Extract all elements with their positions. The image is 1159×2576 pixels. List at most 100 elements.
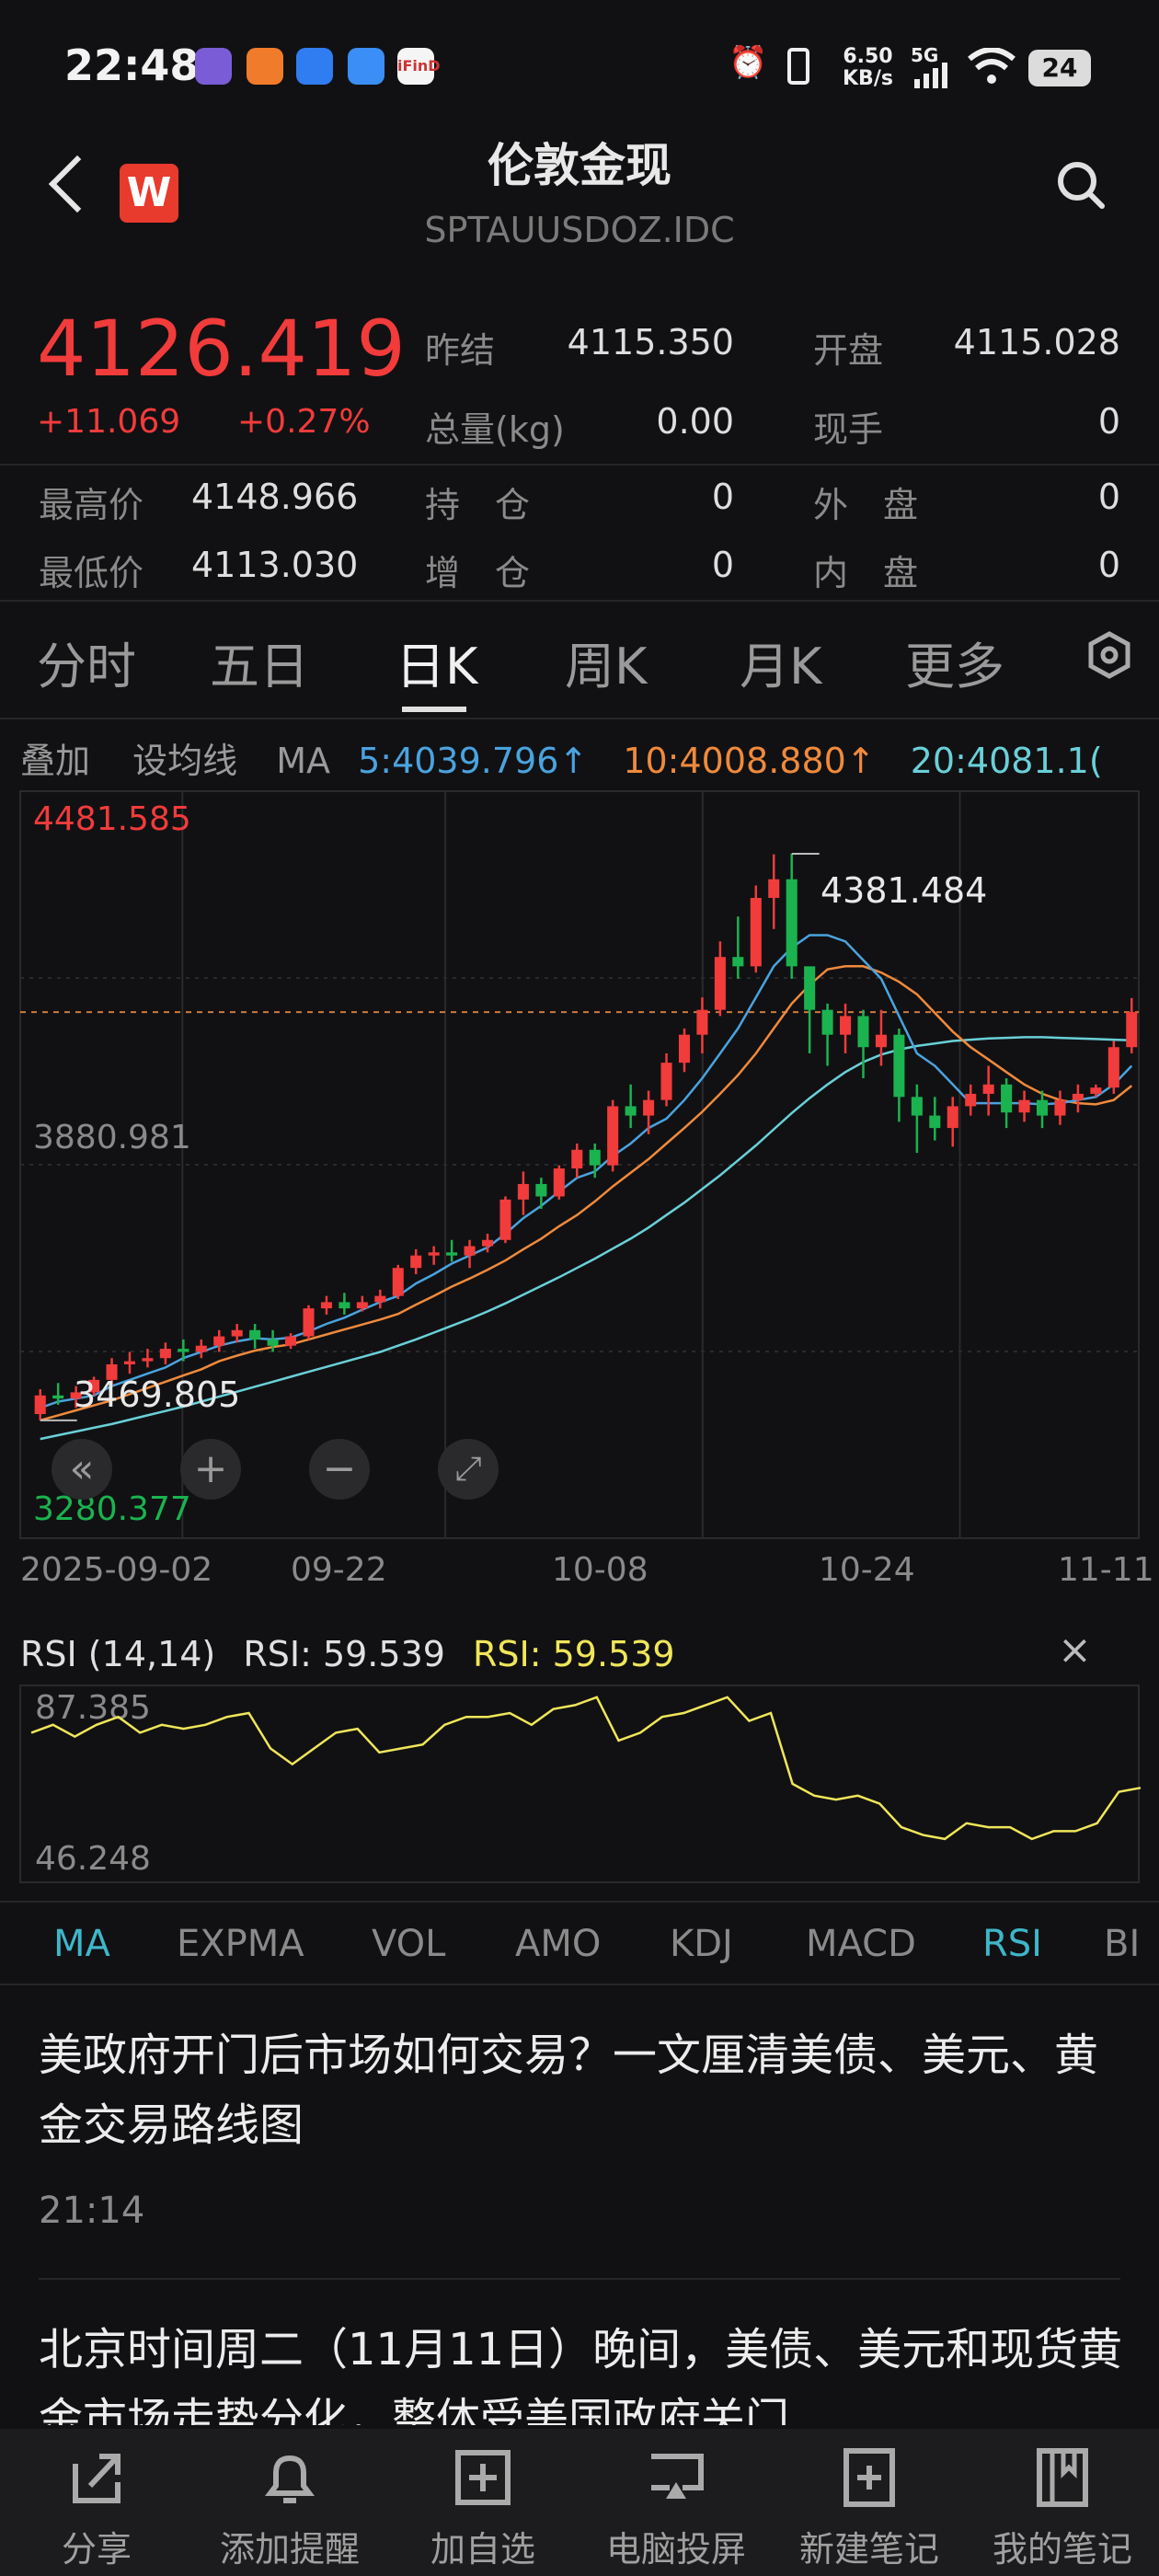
news-title[interactable]: 美政府开门后市场如何交易？一文厘清美债、美元、黄金交易路线图 — [39, 2020, 1124, 2160]
candle-body — [285, 1336, 297, 1346]
candle-body — [356, 1302, 368, 1309]
candle-body — [840, 1016, 852, 1035]
rsi-value: RSI: 59.539 — [243, 1634, 445, 1674]
divider — [0, 1901, 1159, 1903]
indicator-tab-vol[interactable]: VOL — [372, 1923, 445, 1965]
my-notes-button[interactable]: 我的笔记 — [966, 2429, 1159, 2576]
candle-body — [1107, 1047, 1119, 1088]
share-button[interactable]: 分享 — [0, 2429, 193, 2576]
prev-settle-value: 4115.350 — [567, 322, 734, 362]
y-axis-bottom-label: 3280.377 — [33, 1490, 191, 1528]
candle-body — [768, 879, 780, 898]
candle-body — [804, 966, 816, 1010]
tab-intraday[interactable]: 分时 — [37, 626, 136, 698]
screen-cast-button[interactable]: 电脑投屏 — [580, 2429, 773, 2576]
price-change: +11.069 — [37, 403, 181, 441]
candle-body — [34, 1395, 46, 1415]
add-watchlist-button[interactable]: 加自选 — [386, 2429, 580, 2576]
candle-body — [589, 1149, 601, 1166]
candle-body — [231, 1329, 243, 1337]
fullscreen-icon[interactable]: ⤢ — [438, 1439, 499, 1500]
tab-monthly-k[interactable]: 月K — [740, 626, 821, 698]
signal-icon — [914, 63, 947, 88]
close-icon[interactable]: × — [1058, 1627, 1092, 1673]
add-alert-label: 添加提醒 — [219, 2529, 360, 2570]
candle-body — [660, 1063, 672, 1100]
news-time: 21:14 — [39, 2190, 145, 2232]
candle-body — [374, 1295, 386, 1303]
x-label: 10-08 — [552, 1551, 648, 1589]
wifi-icon — [968, 48, 1016, 84]
candle-body — [481, 1239, 494, 1247]
tab-five-day[interactable]: 五日 — [210, 626, 309, 698]
overlay-button[interactable]: 叠加 — [20, 741, 90, 781]
outer-value: 0 — [1097, 477, 1120, 517]
indicator-tab-macd[interactable]: MACD — [806, 1923, 916, 1965]
divider — [0, 464, 1159, 466]
screen-cast-label: 电脑投屏 — [605, 2529, 746, 2570]
tab-weekly-k[interactable]: 周K — [565, 626, 647, 698]
page-title: 伦敦金现 — [488, 139, 671, 192]
low-marker-label: 3469.805 — [74, 1374, 241, 1415]
ma10-value: 10:4008.880↑ — [623, 741, 876, 781]
zoom-out-button[interactable]: − — [309, 1439, 370, 1500]
candle-body — [178, 1349, 189, 1352]
set-ma-button[interactable]: 设均线 — [132, 741, 237, 781]
app-notification-icon — [247, 48, 283, 85]
indicator-tab-kdj[interactable]: KDJ — [670, 1923, 733, 1965]
candle-body — [786, 879, 798, 967]
indicator-tab-rsi[interactable]: RSI — [982, 1923, 1042, 1965]
rsi-params[interactable]: RSI (14,14) — [20, 1634, 215, 1674]
prev-settle-label: 昨结 — [425, 330, 496, 371]
inner-label: 内 盘 — [813, 553, 919, 593]
candle-body — [428, 1252, 440, 1256]
x-label: 11-11 — [1058, 1551, 1154, 1589]
zoom-in-button[interactable]: + — [180, 1439, 241, 1500]
search-icon[interactable] — [1056, 160, 1106, 210]
indicator-tab-bi[interactable]: BI — [1104, 1923, 1141, 1965]
alarm-icon: ⏰ — [729, 44, 768, 81]
candle-body — [392, 1268, 404, 1296]
candle-body — [607, 1106, 619, 1166]
candle-body — [1018, 1099, 1030, 1113]
candle-body — [678, 1034, 691, 1064]
candle-body — [142, 1358, 154, 1362]
candle-body — [821, 1009, 833, 1035]
candle-body — [571, 1149, 583, 1169]
tab-more[interactable]: 更多 — [905, 626, 1004, 698]
candle-body — [1054, 1099, 1066, 1116]
candle-body — [213, 1336, 225, 1346]
y-axis-mid-label: 3880.981 — [33, 1119, 191, 1156]
indicator-tab-ma[interactable]: MA — [53, 1923, 110, 1965]
rsi-chart — [19, 1685, 1142, 1883]
new-note-button[interactable]: 新建笔记 — [773, 2429, 966, 2576]
price-change-pct: +0.27% — [237, 403, 371, 441]
candle-body — [517, 1183, 529, 1200]
bell-icon — [265, 2455, 315, 2503]
add-watchlist-label: 加自选 — [430, 2529, 535, 2570]
candle-body — [857, 1016, 869, 1048]
indicator-tab-amo[interactable]: AMO — [515, 1923, 601, 1965]
my-notes-label: 我的笔记 — [992, 2529, 1132, 2570]
ma-bar: 叠加 设均线 MA 5:4039.796↑ 10:4008.880↑ 20:40… — [20, 732, 1103, 783]
settings-icon[interactable] — [1085, 631, 1133, 679]
symbol-code: SPTAUUSDOZ.IDC — [424, 210, 735, 250]
ma5-value: 5:4039.796↑ — [358, 741, 589, 781]
candle-body — [714, 957, 726, 1010]
rsi-value-yellow: RSI: 59.539 — [473, 1634, 675, 1674]
indicator-tab-expma[interactable]: EXPMA — [177, 1923, 304, 1965]
oi-change-label: 增 仓 — [425, 553, 531, 593]
share-icon — [73, 2454, 120, 2503]
scroll-left-button[interactable]: « — [52, 1439, 112, 1500]
candle-body — [320, 1302, 332, 1309]
mail-icon — [348, 48, 384, 85]
candle-body — [499, 1199, 511, 1240]
news-title[interactable]: 北京时间周二（11月11日）晚间，美债、美元和现货黄金市场走势分化，整体受美国政… — [39, 2315, 1133, 2425]
divider — [0, 1984, 1159, 1985]
ma-label: MA — [276, 741, 330, 781]
add-alert-button[interactable]: 添加提醒 — [193, 2429, 386, 2576]
tab-daily-k[interactable]: 日K — [396, 626, 477, 698]
news-text: 北京时间周二（11月11日）晚间，美债、美元和现货黄金市场走势分化，整体受美国政… — [39, 2324, 1123, 2425]
candlestick-chart[interactable]: 4481.585 3880.981 3280.377 4381.484 3469… — [0, 782, 1159, 1589]
candle-body — [1090, 1087, 1102, 1094]
